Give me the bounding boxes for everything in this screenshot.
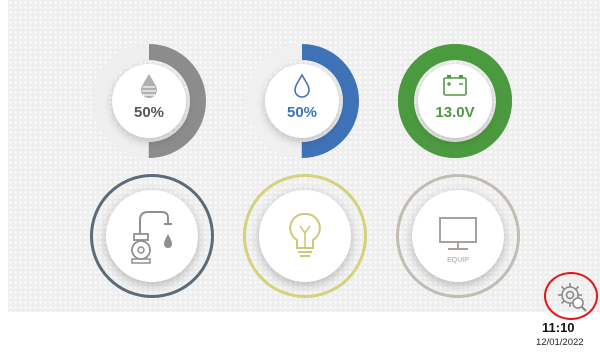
gauge-face: 50% [112, 64, 186, 138]
gauge-value: 13.0V [435, 104, 475, 121]
equipment-button[interactable]: EQUIP [396, 174, 520, 298]
clock-time: 11:10 [542, 320, 575, 335]
battery-icon [443, 75, 467, 96]
clock-date: 12/01/2022 [536, 337, 584, 348]
faucet-icon [131, 211, 172, 264]
grey-water-gauge: 50% [92, 44, 206, 158]
water-drop-outline-icon [294, 73, 310, 98]
button-face [106, 190, 198, 282]
monitor-icon: EQUIP [439, 217, 477, 264]
button-face [259, 190, 351, 282]
settings-button[interactable] [544, 272, 598, 320]
water-pump-button[interactable] [90, 174, 214, 298]
gauge-face: 50% [265, 64, 339, 138]
gauge-face: 13.0V [418, 64, 492, 138]
button-face: EQUIP [412, 190, 504, 282]
gauge-value: 50% [133, 104, 165, 121]
gauge-value: 50% [286, 104, 318, 121]
lights-button[interactable] [243, 174, 367, 298]
gear-search-icon [558, 283, 587, 312]
fresh-water-gauge: 50% [245, 44, 359, 158]
lightbulb-icon [289, 212, 321, 257]
water-drop-icon [141, 74, 157, 98]
battery-gauge: 13.0V [398, 44, 512, 158]
equip-label: EQUIP [447, 257, 469, 264]
